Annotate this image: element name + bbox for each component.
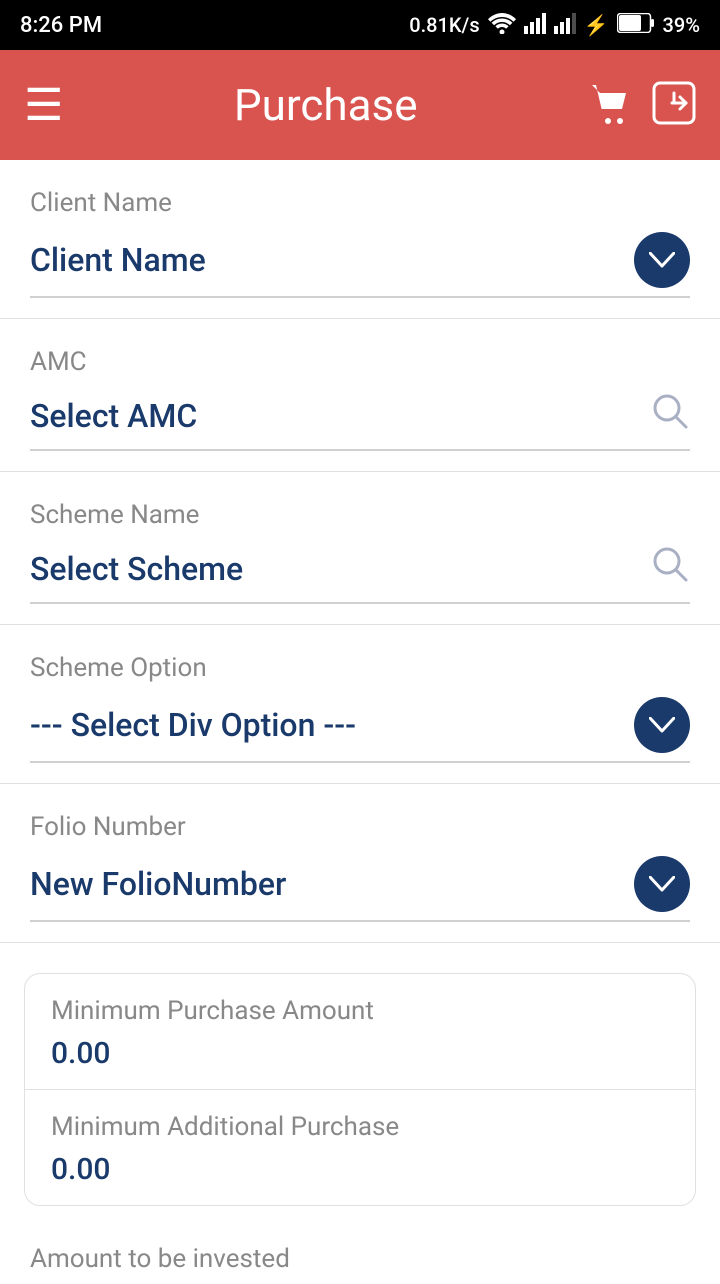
status-icons: 0.81K/s ⚡ bbox=[409, 12, 700, 39]
min-additional-value: 0.00 bbox=[51, 1152, 669, 1187]
amc-search-icon[interactable] bbox=[650, 391, 690, 441]
folio-number-dropdown[interactable] bbox=[634, 856, 690, 912]
client-name-label: Client Name bbox=[30, 188, 690, 218]
min-purchase-value: 0.00 bbox=[51, 1036, 669, 1071]
charging-icon: ⚡ bbox=[584, 13, 609, 37]
folio-number-row[interactable]: New FolioNumber bbox=[30, 856, 690, 922]
min-purchase-row: Minimum Purchase Amount 0.00 bbox=[25, 974, 695, 1089]
folio-number-value: New FolioNumber bbox=[30, 865, 286, 903]
wifi-icon bbox=[488, 12, 516, 39]
app-bar: ☰ Purchase bbox=[0, 50, 720, 160]
amc-label: AMC bbox=[30, 347, 690, 377]
battery-percent: 39% bbox=[663, 13, 700, 37]
scheme-option-row[interactable]: --- Select Div Option --- bbox=[30, 697, 690, 763]
client-name-dropdown[interactable] bbox=[634, 232, 690, 288]
signal2-icon bbox=[554, 12, 576, 39]
signal-icon bbox=[524, 12, 546, 39]
min-additional-label: Minimum Additional Purchase bbox=[51, 1112, 669, 1142]
amc-row[interactable]: Select AMC bbox=[30, 391, 690, 451]
scheme-option-dropdown[interactable] bbox=[634, 697, 690, 753]
amc-value: Select AMC bbox=[30, 397, 197, 435]
min-purchase-label: Minimum Purchase Amount bbox=[51, 996, 669, 1026]
scheme-option-value: --- Select Div Option --- bbox=[30, 706, 356, 744]
client-name-value: Client Name bbox=[30, 241, 206, 279]
logout-icon[interactable] bbox=[652, 81, 696, 129]
scheme-name-value: Select Scheme bbox=[30, 550, 243, 588]
app-bar-right-icons bbox=[588, 81, 696, 129]
scheme-name-row[interactable]: Select Scheme bbox=[30, 544, 690, 604]
battery-icon bbox=[617, 13, 655, 38]
form-content: Client Name Client Name AMC Select AMC S… bbox=[0, 160, 720, 1284]
menu-icon[interactable]: ☰ bbox=[24, 79, 63, 131]
min-additional-row: Minimum Additional Purchase 0.00 bbox=[25, 1089, 695, 1205]
scheme-name-section: Scheme Name Select Scheme bbox=[0, 472, 720, 625]
network-speed: 0.81K/s bbox=[409, 13, 479, 37]
scheme-name-label: Scheme Name bbox=[30, 500, 690, 530]
client-name-row[interactable]: Client Name bbox=[30, 232, 690, 298]
amc-section: AMC Select AMC bbox=[0, 319, 720, 472]
folio-number-section: Folio Number New FolioNumber bbox=[0, 784, 720, 943]
page-title: Purchase bbox=[63, 79, 588, 131]
folio-number-label: Folio Number bbox=[30, 812, 690, 842]
cart-icon[interactable] bbox=[588, 81, 632, 129]
status-bar: 8:26 PM 0.81K/s bbox=[0, 0, 720, 50]
time: 8:26 PM bbox=[20, 13, 102, 38]
amount-section: Amount to be invested bbox=[0, 1216, 720, 1284]
scheme-search-icon[interactable] bbox=[650, 544, 690, 594]
client-name-section: Client Name Client Name bbox=[0, 160, 720, 319]
scheme-option-section: Scheme Option --- Select Div Option --- bbox=[0, 625, 720, 784]
amount-label: Amount to be invested bbox=[30, 1244, 690, 1274]
scheme-option-label: Scheme Option bbox=[30, 653, 690, 683]
info-card: Minimum Purchase Amount 0.00 Minimum Add… bbox=[24, 973, 696, 1206]
